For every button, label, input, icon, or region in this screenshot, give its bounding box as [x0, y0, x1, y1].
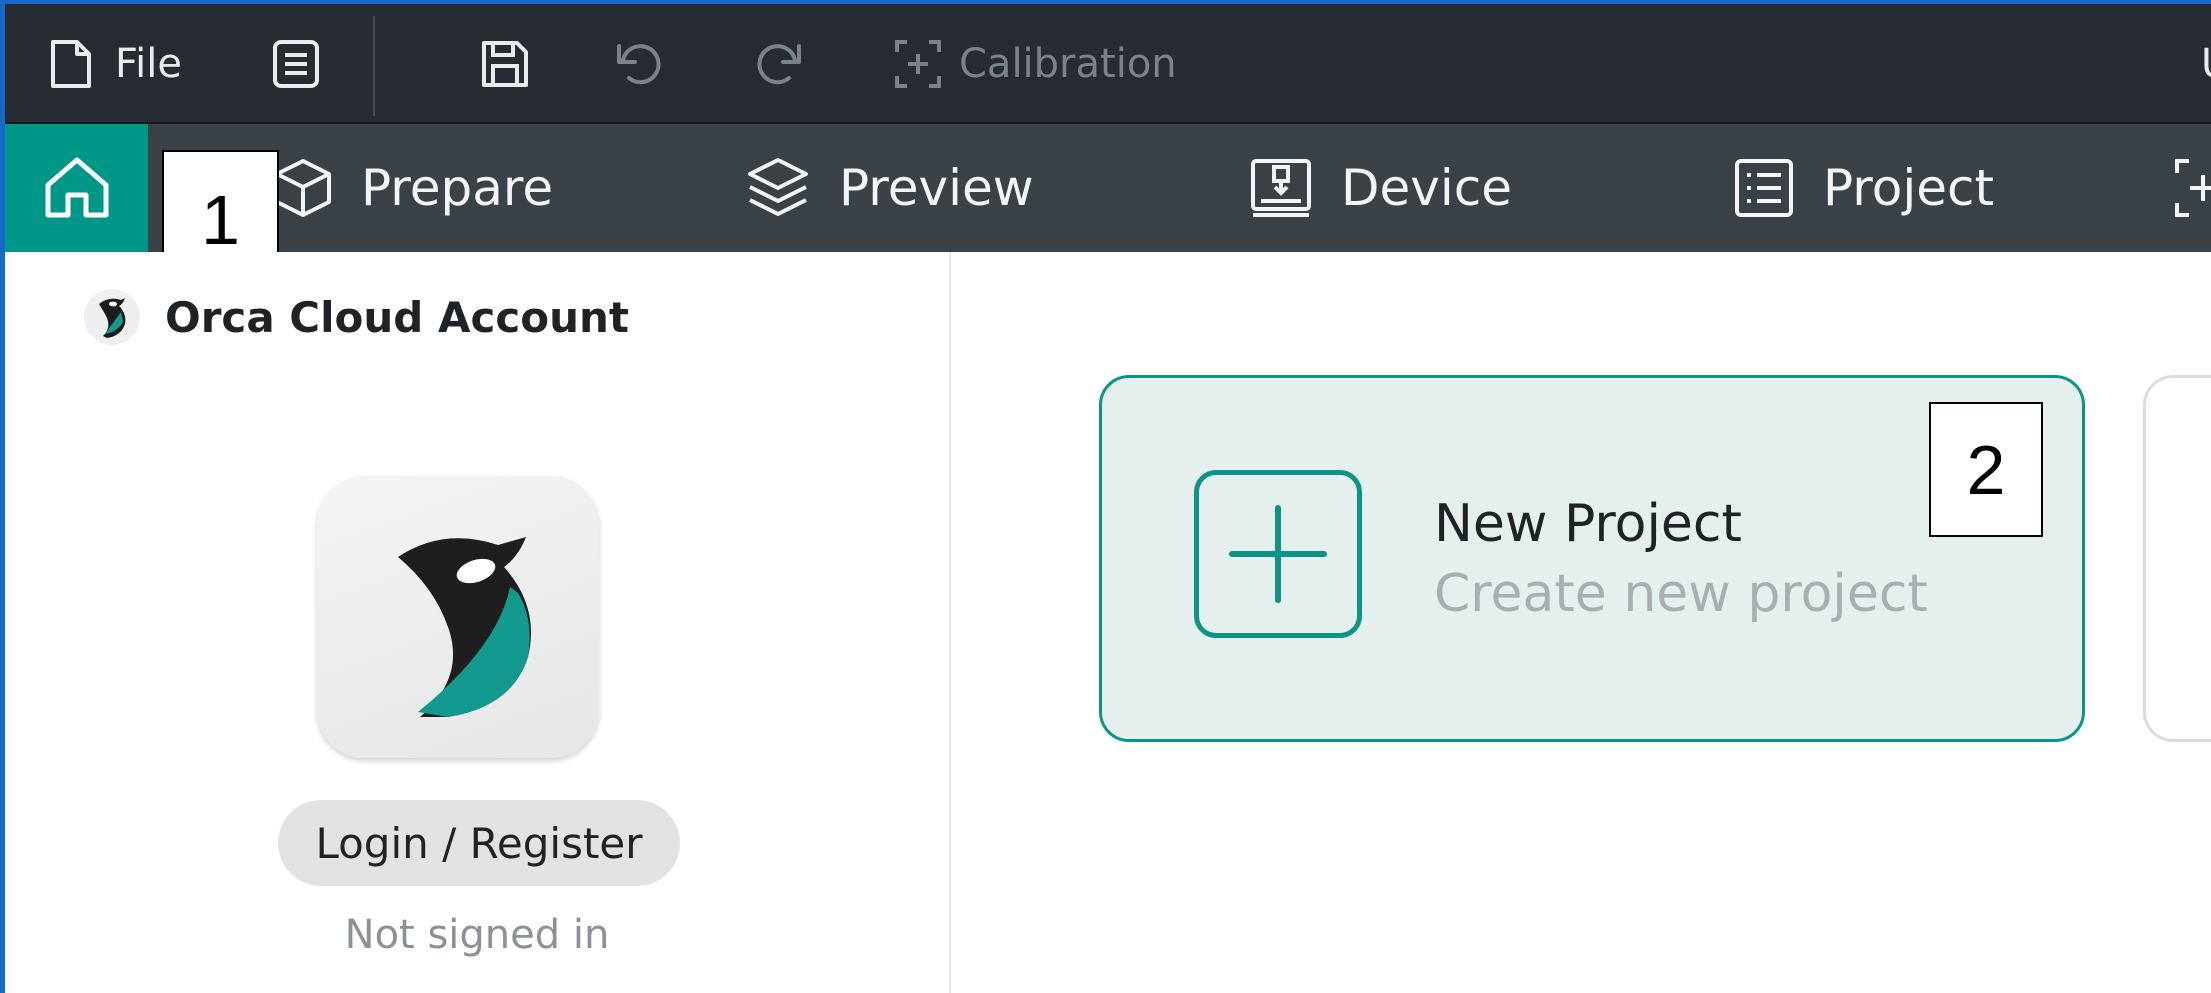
save-button[interactable] [479, 4, 531, 124]
save-icon [482, 41, 528, 87]
tab-calibration-clipped[interactable] [2173, 124, 2211, 252]
plus-icon [1229, 505, 1327, 603]
account-panel: Orca Cloud Account Login / Register Not … [5, 252, 951, 993]
orca-whale-icon [398, 537, 531, 717]
open-project-card-clipped[interactable] [2143, 375, 2211, 742]
home-icon [45, 157, 108, 218]
new-project-subtitle: Create new project [1434, 564, 1928, 624]
file-menu[interactable]: File [47, 4, 182, 124]
calibration-icon [895, 40, 941, 88]
layers-icon [748, 158, 808, 216]
tab-project-label: Project [1823, 159, 1995, 217]
orca-app-logo [317, 476, 599, 758]
orca-logo-icon [84, 289, 140, 345]
cube-icon [275, 159, 331, 217]
calibration-button[interactable]: Calibration [893, 4, 1177, 124]
file-icon [51, 40, 91, 88]
menubar-right-clipped[interactable]: U [2201, 4, 2211, 124]
calibration-tab-icon [2175, 159, 2211, 217]
main-tab-bar: Prepare Preview Device Project [5, 124, 2211, 252]
account-title: Orca Cloud Account [165, 292, 629, 342]
new-project-title: New Project [1434, 494, 1742, 554]
tab-preview-label: Preview [839, 159, 1034, 217]
redo-button[interactable] [753, 4, 805, 124]
tab-prepare[interactable]: Prepare [273, 124, 553, 252]
menu-separator [373, 16, 375, 116]
tab-home[interactable] [5, 124, 148, 252]
sign-in-status: Not signed in [344, 912, 610, 958]
account-header: Orca Cloud Account [83, 288, 629, 346]
annotation-marker-2: 2 [1929, 402, 2043, 537]
annotation-marker-2-label: 2 [1966, 430, 2006, 509]
annotation-marker-1-label: 1 [201, 181, 240, 259]
login-register-button[interactable]: Login / Register [278, 800, 680, 886]
calibration-label: Calibration [959, 41, 1177, 87]
menubar-right-label: U [2201, 41, 2211, 87]
device-icon [1251, 159, 1311, 217]
tab-prepare-label: Prepare [361, 159, 554, 217]
tab-device[interactable]: Device [1249, 124, 1512, 252]
menu-list-button[interactable] [271, 4, 321, 124]
list-icon [1735, 159, 1793, 217]
app-window: File Calibration Prepare Preview Device … [0, 0, 2211, 993]
tab-project[interactable]: Project [1733, 124, 1994, 252]
list-menu-icon [273, 40, 319, 88]
tab-device-label: Device [1341, 159, 1512, 217]
redo-icon [757, 44, 801, 85]
file-menu-label: File [115, 41, 182, 87]
new-project-icon-box [1194, 470, 1362, 638]
tab-preview[interactable]: Preview [745, 124, 1034, 252]
menu-bar: File Calibration [5, 4, 2211, 124]
undo-button[interactable] [613, 4, 665, 124]
undo-icon [617, 44, 661, 85]
login-register-label: Login / Register [315, 818, 643, 868]
